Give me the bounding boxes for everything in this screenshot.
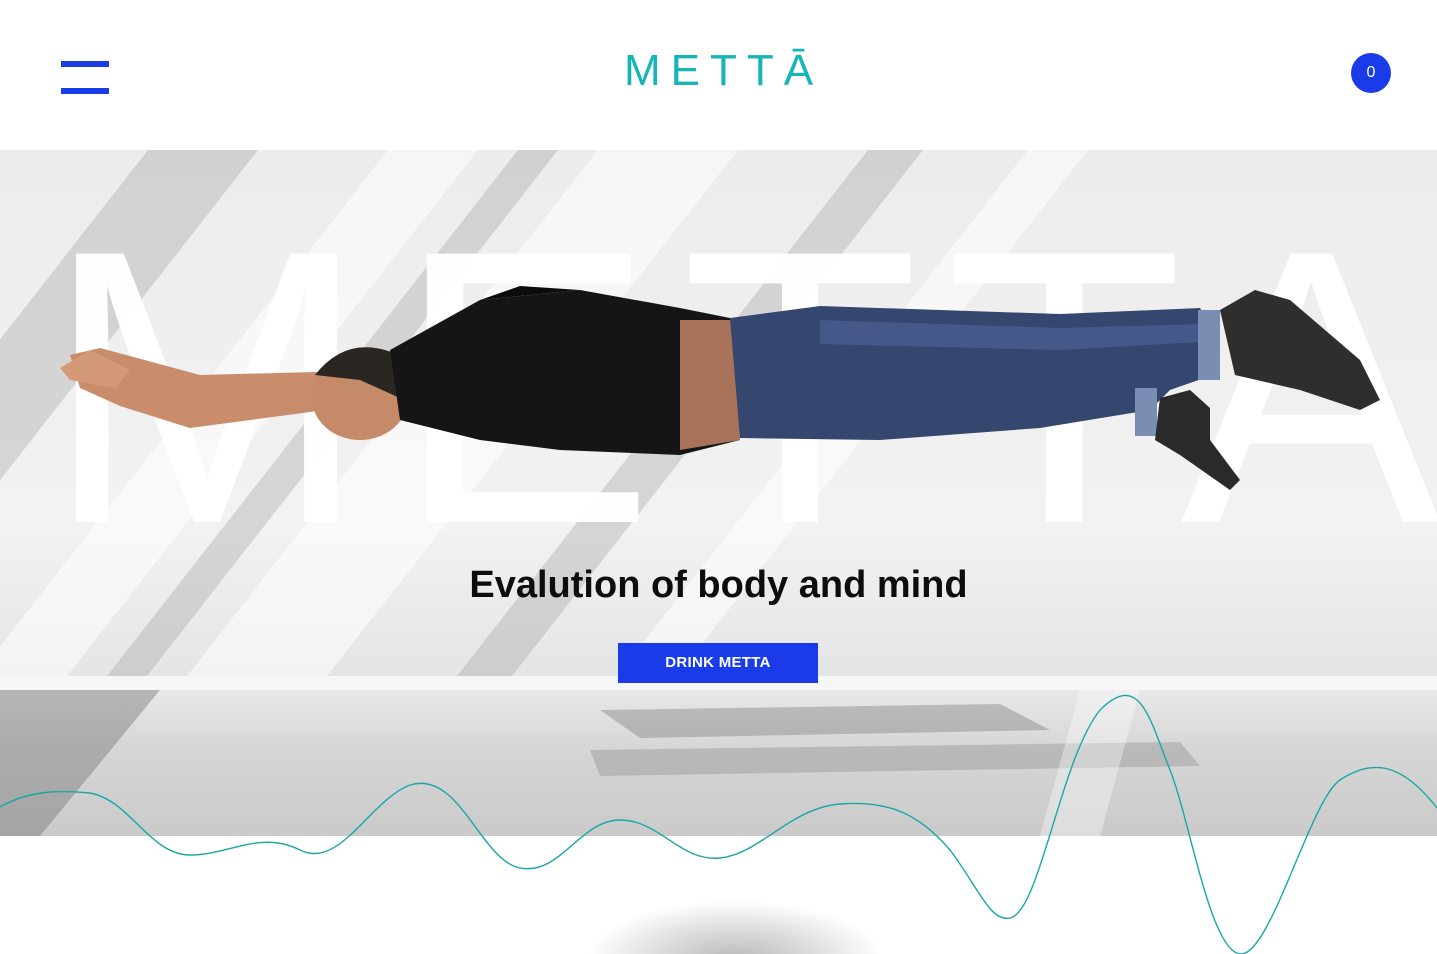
product-shadow <box>585 900 885 954</box>
page: METTĀ 0 METTA <box>0 0 1437 954</box>
hero-tagline: Evalution of body and mind <box>469 564 968 606</box>
cart-count-badge[interactable]: 0 <box>1351 53 1391 93</box>
hero-section: METTA Evalution of body and mind DR <box>0 150 1437 836</box>
floating-man-illustration <box>60 286 1380 490</box>
logo[interactable]: METTĀ <box>0 44 1437 98</box>
floor <box>0 690 1437 836</box>
drink-metta-button[interactable]: DRINK METTA <box>618 643 818 683</box>
floor-shadows <box>0 690 1200 836</box>
site-header: METTĀ 0 <box>0 0 1437 150</box>
